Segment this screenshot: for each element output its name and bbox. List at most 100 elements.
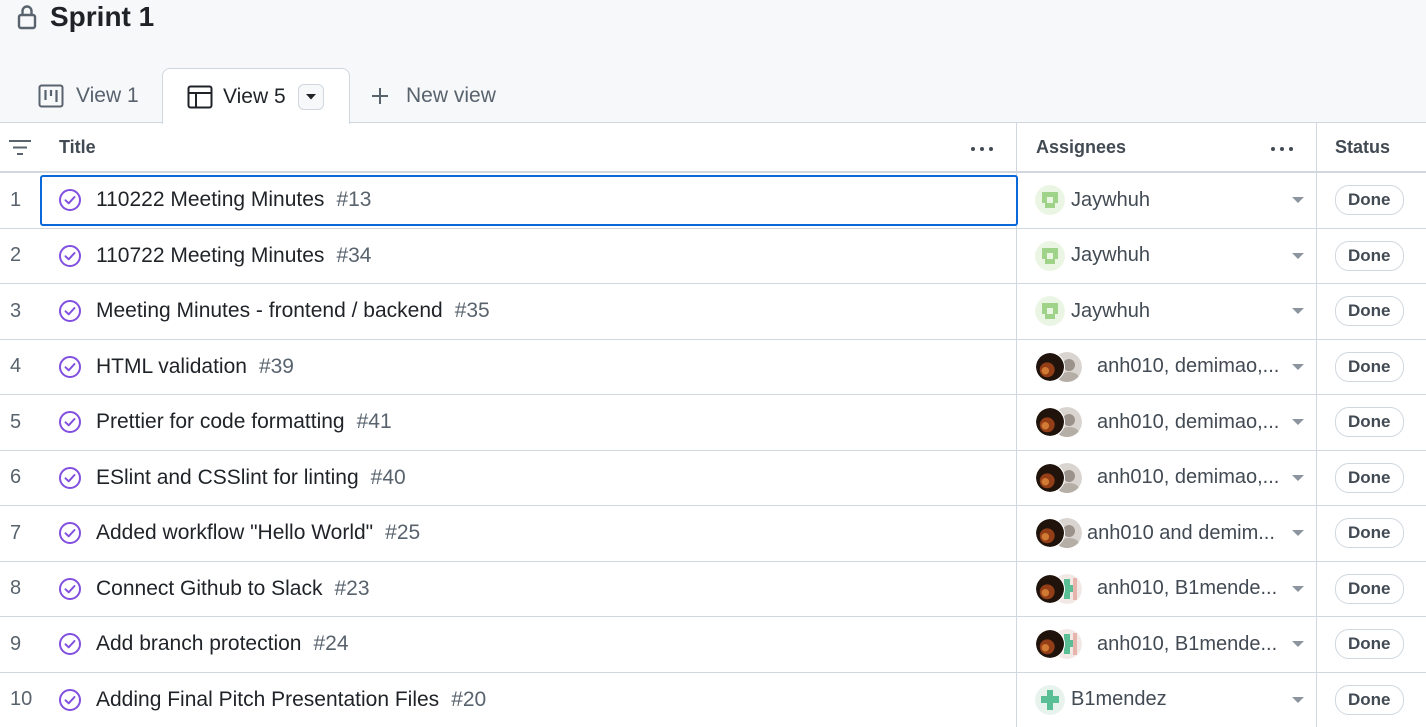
triangle-down-icon — [305, 93, 316, 99]
item-title[interactable]: Added workflow "Hello World" — [96, 521, 373, 545]
title-cell[interactable]: 110722 Meeting Minutes #34 — [58, 229, 371, 284]
table-row[interactable]: 4 HTML validation #39 anh010, demimao,... Do… — [0, 340, 1426, 395]
avatar-icon — [1035, 462, 1065, 493]
table-row[interactable]: 2 110722 Meeting Minutes #34 Jaywhuh Done — [0, 229, 1426, 284]
assignees-cell[interactable]: anh010, B1mende... — [1035, 562, 1305, 617]
status-cell[interactable]: Done — [1335, 506, 1404, 561]
item-title[interactable]: Meeting Minutes - frontend / backend — [96, 299, 443, 323]
table-row[interactable]: 9 Add branch protection #24 anh010, B1mende… — [0, 617, 1426, 673]
chevron-down-icon[interactable] — [1292, 474, 1304, 481]
issue-number: #41 — [356, 410, 392, 434]
table-row[interactable]: 6 ESlint and CSSlint for linting #40 anh010… — [0, 451, 1426, 506]
assignees-cell[interactable]: anh010, demimao,... — [1035, 451, 1305, 506]
issue-number: #39 — [258, 354, 294, 378]
status-badge: Done — [1335, 240, 1404, 271]
item-title[interactable]: Adding Final Pitch Presentation Files — [96, 688, 439, 712]
status-cell[interactable]: Done — [1335, 617, 1404, 672]
table-row[interactable]: 1 110222 Meeting Minutes #13 Jaywhuh Done — [0, 173, 1426, 229]
status-badge: Done — [1335, 684, 1404, 715]
chevron-down-icon[interactable] — [1292, 363, 1304, 370]
column-header-status[interactable]: Status — [1335, 123, 1390, 171]
status-cell[interactable]: Done — [1335, 673, 1404, 727]
status-cell[interactable]: Done — [1335, 340, 1404, 395]
issue-closed-icon — [59, 633, 81, 656]
table-row[interactable]: 3 Meeting Minutes - frontend / backend #35… — [0, 284, 1426, 340]
new-view-button[interactable]: New view — [370, 68, 496, 124]
column-divider[interactable] — [1316, 123, 1317, 727]
title-cell[interactable]: Prettier for code formatting #41 — [58, 395, 392, 450]
avatar-icon — [1035, 185, 1065, 216]
chevron-down-icon[interactable] — [1292, 641, 1304, 648]
avatar-icon — [1035, 296, 1065, 327]
issue-closed-icon — [59, 244, 81, 267]
assignee-names: anh010 and demim... — [1087, 521, 1275, 544]
assignee-names: Jaywhuh — [1071, 299, 1150, 322]
assignees-cell[interactable]: Jaywhuh — [1035, 229, 1305, 284]
tab-label: New view — [406, 84, 496, 107]
chevron-down-icon[interactable] — [1292, 530, 1304, 537]
assignee-names: anh010, demimao,... — [1097, 355, 1280, 378]
assignee-names: Jaywhuh — [1071, 188, 1150, 211]
assignees-cell[interactable]: anh010 and demim... — [1035, 506, 1305, 561]
table-row[interactable]: 7 Added workflow "Hello World" #25 anh010 a… — [0, 506, 1426, 562]
title-cell[interactable]: Added workflow "Hello World" #25 — [58, 506, 420, 561]
assignee-names: B1mendez — [1071, 688, 1167, 711]
table-row[interactable]: 8 Connect Github to Slack #23 anh010, B1men… — [0, 562, 1426, 617]
status-badge: Done — [1335, 351, 1404, 382]
table-row[interactable]: 10 Adding Final Pitch Presentation Files #… — [0, 673, 1426, 727]
assignees-cell[interactable]: anh010, demimao,... — [1035, 340, 1305, 395]
column-header-title[interactable]: Title — [59, 123, 96, 171]
assignees-cell[interactable]: Jaywhuh — [1035, 173, 1305, 228]
avatar-icon — [1035, 351, 1065, 382]
assignee-names: anh010, B1mende... — [1097, 577, 1278, 600]
status-cell[interactable]: Done — [1335, 229, 1404, 284]
title-cell[interactable]: ESlint and CSSlint for linting #40 — [58, 451, 406, 506]
item-title[interactable]: 110722 Meeting Minutes — [96, 244, 324, 268]
row-number: 6 — [10, 466, 22, 489]
chevron-down-icon[interactable] — [1292, 252, 1304, 259]
status-cell[interactable]: Done — [1335, 451, 1404, 506]
status-cell[interactable]: Done — [1335, 173, 1404, 228]
title-cell[interactable]: Connect Github to Slack #23 — [58, 562, 370, 617]
row-number: 3 — [10, 299, 22, 322]
assignees-cell[interactable]: Jaywhuh — [1035, 284, 1305, 339]
tab-view-1[interactable]: View 1 — [38, 68, 139, 124]
status-cell[interactable]: Done — [1335, 395, 1404, 450]
item-title[interactable]: Connect Github to Slack — [96, 577, 322, 601]
title-cell[interactable]: Meeting Minutes - frontend / backend #35 — [58, 284, 490, 339]
item-title[interactable]: Add branch protection — [96, 632, 301, 656]
issue-closed-icon — [59, 355, 81, 378]
title-cell[interactable]: Adding Final Pitch Presentation Files #20 — [58, 673, 486, 727]
issue-number: #24 — [313, 632, 349, 656]
selected-cell-outline — [40, 175, 1018, 226]
filter-icon[interactable] — [8, 139, 32, 156]
item-title[interactable]: HTML validation — [96, 355, 247, 379]
table-row[interactable]: 5 Prettier for code formatting #41 anh010, … — [0, 395, 1426, 451]
title-cell[interactable]: HTML validation #39 — [58, 340, 294, 395]
chevron-down-icon[interactable] — [1292, 419, 1304, 426]
status-cell[interactable]: Done — [1335, 284, 1404, 339]
assignees-cell[interactable]: anh010, B1mende... — [1035, 617, 1305, 672]
column-header-assignees[interactable]: Assignees — [1036, 123, 1126, 171]
issue-number: #25 — [385, 521, 421, 545]
avatar-stack — [1035, 573, 1085, 605]
chevron-down-icon[interactable] — [1292, 696, 1304, 703]
table-header: Title Assignees Status — [0, 123, 1426, 173]
avatar-stack — [1035, 517, 1085, 549]
more-icon[interactable] — [1271, 147, 1293, 151]
item-title[interactable]: ESlint and CSSlint for linting — [96, 466, 359, 490]
assignees-cell[interactable]: anh010, demimao,... — [1035, 395, 1305, 450]
issue-closed-icon — [59, 300, 81, 323]
item-title[interactable]: Prettier for code formatting — [96, 410, 345, 434]
view-options-button[interactable] — [297, 83, 324, 110]
chevron-down-icon[interactable] — [1292, 197, 1304, 204]
tab-view-5[interactable]: View 5 — [162, 68, 350, 124]
title-cell[interactable]: Add branch protection #24 — [58, 617, 349, 672]
project-title-bar: Sprint 1 — [16, 0, 154, 34]
chevron-down-icon[interactable] — [1292, 585, 1304, 592]
chevron-down-icon[interactable] — [1292, 308, 1304, 315]
assignees-cell[interactable]: B1mendez — [1035, 673, 1305, 727]
more-icon[interactable] — [971, 147, 993, 151]
avatar-icon — [1035, 240, 1065, 271]
status-cell[interactable]: Done — [1335, 562, 1404, 617]
